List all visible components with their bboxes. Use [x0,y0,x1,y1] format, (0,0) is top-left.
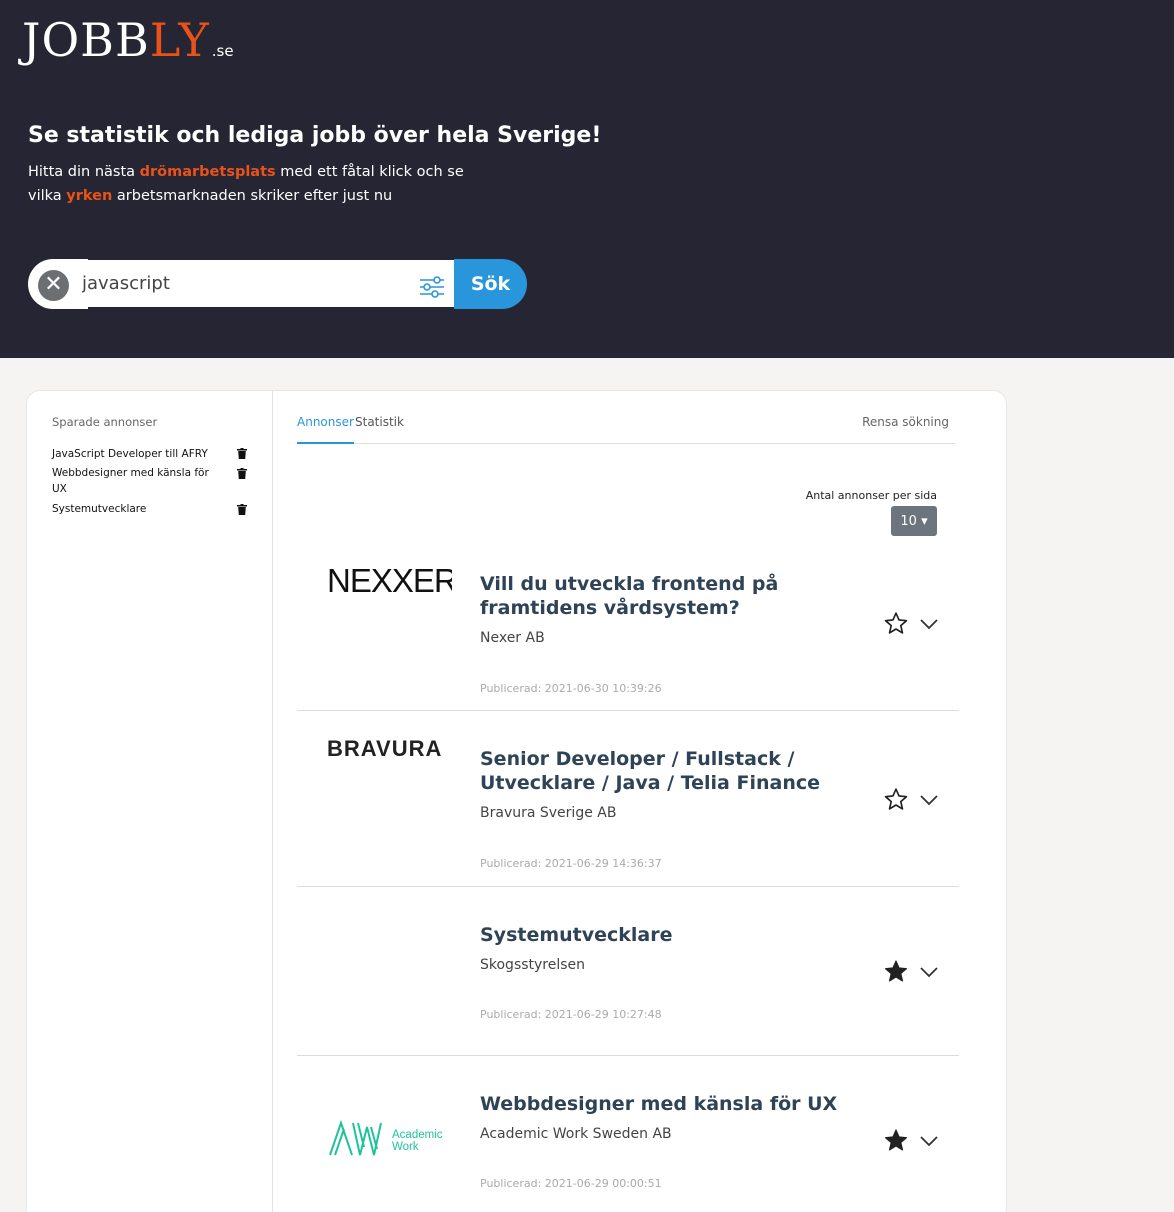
trash-icon[interactable] [237,468,247,479]
job-company: Academic Work Sweden AB [480,1126,672,1142]
clear-search-icon[interactable]: ✕ [38,270,69,301]
star-filled-icon[interactable] [883,959,909,984]
saved-ads-title: Sparade annonser [52,415,158,429]
hero-headline: Se statistik och lediga jobb över hela S… [28,123,602,148]
job-company: Skogsstyrelsen [480,957,586,973]
tab-statistik[interactable]: Statistik [355,415,404,444]
trash-icon[interactable] [237,504,247,515]
per-page-value: 10 [900,513,917,529]
job-published: Publicerad: 2021-06-29 10:27:48 [480,1008,662,1021]
star-outline-icon[interactable] [883,787,909,812]
logo-tld: .se [211,42,234,60]
trash-icon[interactable] [237,448,247,459]
job-published: Publicerad: 2021-06-29 14:36:37 [480,857,662,870]
search-input[interactable] [80,260,454,307]
job-company: Nexer AB [480,630,545,646]
job-listing: BRAVURA Senior Developer / Fullstack / U… [297,711,959,887]
results-tabs: Annonser Statistik Rensa sökning [297,411,955,444]
chevron-down-icon[interactable] [919,965,939,979]
job-title[interactable]: Webbdesigner med känsla för UX [480,1092,880,1116]
search-bar: ✕ Sök [28,259,527,309]
jobbly-logo[interactable]: JOBBLY .se [22,14,234,77]
hero-banner: JOBBLY .se Se statistik och lediga jobb ö… [0,0,1174,358]
per-page-label: Antal annonser per sida [805,489,937,502]
company-logo: Academic Work [329,1119,443,1156]
job-company: Bravura Sverige AB [480,805,617,821]
results-main: Annonser Statistik Rensa sökning Antal a… [297,391,987,1212]
job-listing: NEXXER Vill du utveckla frontend på fram… [297,541,959,711]
subtitle-text-1: Hitta din nästa [28,164,140,180]
job-published: Publicerad: 2021-06-29 00:00:51 [480,1177,662,1190]
chevron-down-icon[interactable] [919,1134,939,1148]
company-logo: NEXXER [327,562,452,599]
logo-text: BRAVURA [327,736,442,761]
company-logo: BRAVURA [327,736,442,761]
logo-accent: LY [149,13,210,67]
logo-text: NEXXER [327,562,452,599]
hero-subtitle: Hitta din nästa drömarbetsplats med ett … [28,160,468,208]
per-page-dropdown[interactable]: 10 ▾ [891,506,937,536]
search-bar-left-cap: ✕ [28,259,88,309]
logo-main: JOBB [22,13,150,67]
clear-search-link[interactable]: Rensa sökning [862,415,949,429]
sliders-icon[interactable] [419,275,445,299]
logo-text-academic: Academic [392,1129,443,1141]
star-outline-icon[interactable] [883,611,909,636]
subtitle-highlight-dreamjob: drömarbetsplats [139,164,276,180]
logo-text-work: Work [392,1141,419,1153]
chevron-down-icon[interactable] [919,793,939,807]
chevron-down-icon[interactable] [919,617,939,631]
job-published: Publicerad: 2021-06-30 10:39:26 [480,682,662,695]
results-card: Sparade annonser JavaScript Developer ti… [26,390,1007,1212]
tab-annonser[interactable]: Annonser [297,415,354,444]
job-title[interactable]: Vill du utveckla frontend på framtidens … [480,572,880,620]
subtitle-text-3: arbetsmarknaden skriker efter just nu [112,188,393,204]
job-title[interactable]: Systemutvecklare [480,923,880,947]
saved-ad-item[interactable]: JavaScript Developer till AFRY [52,446,217,462]
star-filled-icon[interactable] [883,1128,909,1153]
search-button[interactable]: Sök [454,259,527,309]
saved-ads-sidebar: Sparade annonser JavaScript Developer ti… [27,391,273,1212]
saved-ad-item[interactable]: Systemutvecklare [52,501,217,517]
job-title[interactable]: Senior Developer / Fullstack / Utvecklar… [480,747,880,795]
subtitle-highlight-professions: yrken [66,188,113,204]
job-listing: Systemutvecklare Skogsstyrelsen Publicer… [297,887,959,1056]
job-listing: Academic Work Webbdesigner med känsla fö… [297,1056,959,1212]
saved-ad-item[interactable]: Webbdesigner med känsla för UX [52,465,217,497]
